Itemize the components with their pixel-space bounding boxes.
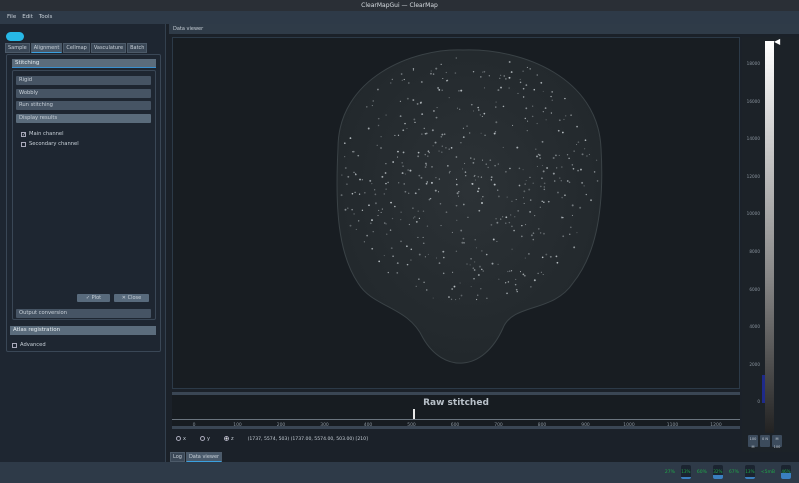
tab-log[interactable]: Log (170, 452, 185, 462)
tab-sample[interactable]: Sample (5, 43, 30, 53)
secondary-channel-checkbox[interactable]: Secondary channel (21, 141, 79, 147)
rigid-button[interactable]: Rigid (16, 76, 151, 85)
status-gauge-4: 46% (781, 465, 791, 479)
viewer-title: Raw stitched (423, 398, 489, 408)
timeline-tick: 700 (494, 423, 503, 428)
close-button[interactable]: ✕ Close (114, 294, 149, 302)
status-ram: 60% (696, 469, 707, 475)
histogram-tick: 12000 (746, 173, 760, 179)
timeline-tick: 400 (363, 423, 373, 428)
menu-file[interactable]: File (7, 11, 16, 24)
timeline-tick: 100 (233, 423, 242, 428)
timeline-axis (172, 419, 740, 420)
checkbox-icon (21, 141, 26, 147)
status-gpu: 67% (728, 469, 739, 475)
data-viewer-header: Data viewer (169, 24, 799, 34)
timeline-tick: 300 (320, 423, 329, 428)
histogram-panel[interactable]: ◀ 18000 16000 14000 12000 10000 8000 6000 4000 2… (742, 37, 799, 452)
atlas-registration-header[interactable]: Atlas registration (10, 326, 156, 335)
timeline-tick: 1000 (623, 423, 635, 428)
axis-selector: x y z (1737, 5574, 503) (1737.00, 5574.0… (176, 436, 368, 442)
tab-vasculature[interactable]: Vasculature (90, 43, 127, 53)
timeline-tick: 500 (407, 423, 416, 428)
slider-handle[interactable] (412, 409, 415, 419)
tab-alignment[interactable]: Alignment (30, 43, 63, 53)
tab-data-viewer[interactable]: Data viewer (185, 452, 223, 462)
radio-x[interactable]: x (176, 436, 186, 442)
window-title: ClearMapGui — ClearMap (0, 0, 799, 11)
histogram-tick: 16000 (746, 98, 760, 104)
hist-button-2[interactable]: 0 N (760, 435, 770, 447)
status-bar: 27% 13% 60% 32% 67% 13% <5mB 46% (0, 462, 799, 483)
brain-slice-image (336, 49, 603, 364)
radio-y-label: y (206, 436, 210, 442)
menu-edit[interactable]: Edit (22, 11, 33, 24)
radio-z-label: z (230, 436, 234, 442)
histogram-tick: 2000 (749, 361, 760, 367)
advanced-checkbox[interactable]: Advanced (12, 342, 46, 348)
histogram-tick: 14000 (746, 136, 760, 142)
max-level-handle-icon[interactable]: ◀ (774, 37, 780, 46)
menu-bar: File Edit Tools (0, 11, 799, 24)
timeline-tick: 200 (276, 423, 286, 428)
status-gauge-3: 13% (744, 465, 755, 479)
main-channel-checkbox[interactable]: ✓ Main channel (21, 131, 64, 137)
hist-button-3[interactable]: M 100 (772, 435, 782, 449)
histogram-tick: 8000 (749, 249, 760, 254)
output-conversion-button[interactable]: Output conversion (16, 309, 151, 318)
radio-x-label: x (183, 436, 186, 442)
tab-bar: Sample Alignment Cellmap Vasculature Bat… (5, 43, 148, 53)
main-channel-label: Main channel (29, 131, 64, 137)
status-gauge-1: 13% (680, 465, 691, 479)
run-stitching-button[interactable]: Run stitching (16, 101, 151, 110)
status-cpu: 27% (664, 469, 675, 475)
tab-cellmap[interactable]: Cellmap (63, 43, 90, 53)
timeline-tick: 0 (192, 423, 196, 428)
coordinates-readout: (1737, 5574, 503) (1737.00, 5574.00, 503… (247, 436, 368, 442)
clearmap-logo (6, 32, 24, 41)
checkbox-icon (12, 342, 17, 348)
wobbly-button[interactable]: Wobbly (16, 89, 151, 98)
histogram-tick: 4000 (749, 324, 760, 330)
menu-tools[interactable]: Tools (39, 11, 53, 24)
gradient-bar[interactable] (765, 41, 774, 433)
timeline-tick: 1200 (710, 423, 722, 428)
histogram-tick: 6000 (749, 286, 760, 292)
display-results-button[interactable]: Display results (16, 114, 151, 123)
timeline-tick: 600 (450, 423, 460, 428)
image-view[interactable] (172, 37, 740, 389)
radio-z[interactable]: z (223, 436, 234, 442)
bottom-tabs: Log Data viewer (170, 452, 223, 462)
stitching-header[interactable]: Stitching (12, 59, 156, 68)
histogram-tick: 10000 (746, 211, 760, 217)
histogram-region[interactable] (762, 375, 765, 403)
timeline-tick: 1100 (666, 423, 679, 428)
status-gauge-2: 32% (712, 465, 723, 479)
z-slider-timeline[interactable]: Raw stitched 0 100 200 300 400 500 600 700 800 90… (172, 392, 740, 429)
advanced-label: Advanced (20, 342, 46, 348)
close-label: Close (127, 295, 142, 301)
timeline-tick: 800 (537, 423, 547, 428)
tab-batch[interactable]: Batch (127, 43, 148, 53)
plot-button[interactable]: ✓ Plot (77, 294, 110, 302)
secondary-channel-label: Secondary channel (29, 141, 79, 147)
hist-button-1[interactable]: 100 M (748, 435, 758, 449)
histogram-tick: 18000 (746, 61, 760, 66)
plot-label: Plot (91, 295, 102, 301)
status-vram: <5mB (760, 469, 775, 475)
checkbox-checked-icon: ✓ (21, 131, 27, 138)
histogram-tick: 0 (757, 399, 760, 405)
timeline-tick: 900 (581, 423, 590, 428)
radio-y[interactable]: y (199, 436, 210, 442)
